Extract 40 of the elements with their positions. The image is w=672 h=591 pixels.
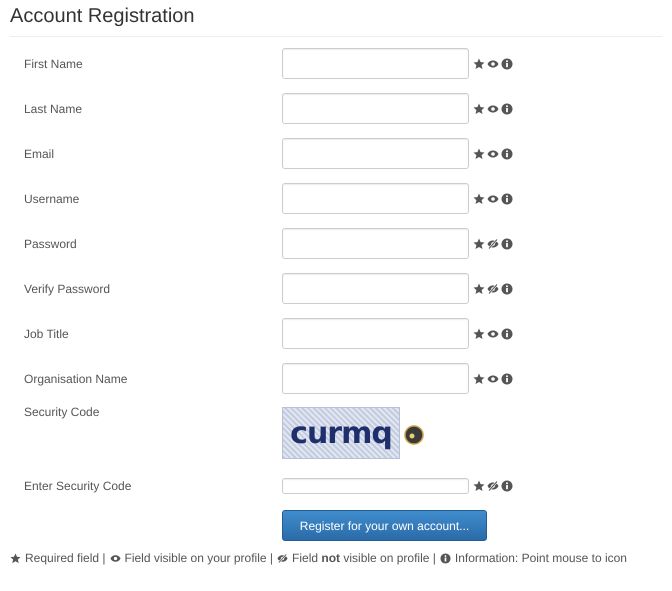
- info-icon: [501, 480, 513, 492]
- info-icon: [501, 328, 513, 340]
- info-icon: [501, 282, 513, 294]
- field-label: Organisation Name: [23, 370, 128, 388]
- eye-icon: [110, 552, 120, 564]
- input-field[interactable]: [282, 138, 469, 169]
- page-title: Account Registration: [10, 4, 196, 28]
- legend-text: Field not visible on profile |: [292, 550, 436, 567]
- input-field[interactable]: [282, 318, 469, 349]
- info-icon: [501, 372, 513, 384]
- field-label: Password: [23, 236, 78, 252]
- input-field[interactable]: [282, 48, 469, 79]
- field-label: Last Name: [23, 100, 84, 118]
- legend-text: Field visible on your profile |: [124, 550, 274, 567]
- field-label: Verify Password: [23, 280, 112, 298]
- info-icon: [501, 192, 513, 204]
- star-icon: [10, 552, 21, 564]
- legend-text: Information: Point mouse to icon: [454, 550, 627, 567]
- input-field[interactable]: [282, 363, 469, 394]
- field-label: Security Code: [23, 404, 100, 421]
- field-label: Enter Security Code: [23, 478, 132, 494]
- eye-slash-icon: [277, 552, 288, 564]
- field-label: First Name: [23, 56, 84, 72]
- info-icon: [501, 58, 513, 70]
- field-label: Username: [23, 190, 80, 208]
- refresh-icon[interactable]: [404, 425, 424, 445]
- legend-text: Required field |: [25, 550, 106, 567]
- info-icon: [501, 148, 513, 160]
- info-icon: [440, 552, 451, 564]
- input-field[interactable]: [282, 478, 469, 494]
- input-field[interactable]: [282, 183, 469, 214]
- field-label: Email: [23, 146, 56, 162]
- input-field[interactable]: [282, 93, 469, 124]
- captcha-image: curmq: [282, 407, 400, 459]
- register-button[interactable]: Register for your own account...: [282, 510, 487, 541]
- info-icon: [501, 102, 513, 114]
- info-icon: [501, 238, 513, 250]
- input-field[interactable]: [282, 273, 469, 304]
- input-field[interactable]: [282, 228, 469, 259]
- field-label: Job Title: [23, 326, 70, 342]
